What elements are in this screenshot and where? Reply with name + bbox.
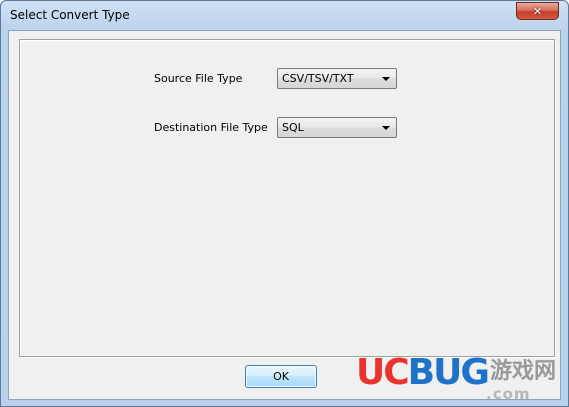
destination-file-type-label: Destination File Type: [154, 121, 268, 134]
source-file-type-value: CSV/TSV/TXT: [282, 72, 354, 85]
close-button[interactable]: ✕: [516, 2, 559, 20]
watermark-domain: .com: [486, 385, 531, 403]
ucbug-watermark-logo: UCBUG 游戏网 .com: [356, 353, 568, 405]
chevron-down-icon: [382, 77, 390, 81]
title-bar[interactable]: Select Convert Type ✕: [1, 1, 568, 31]
options-group-panel: Source File Type CSV/TSV/TXT Destination…: [19, 39, 555, 357]
watermark-brand-uc: UC: [356, 352, 410, 393]
watermark-cn-text: 游戏网: [490, 359, 557, 384]
watermark-brand-bug: BUG: [407, 352, 490, 393]
destination-file-type-value: SQL: [282, 121, 304, 134]
window-title: Select Convert Type: [10, 8, 130, 22]
chevron-down-icon: [382, 126, 390, 130]
ok-button[interactable]: OK: [245, 365, 317, 388]
watermark-brand: UCBUG: [356, 352, 490, 393]
dialog-window: Select Convert Type ✕ Source File Type C…: [0, 0, 569, 407]
destination-file-type-select[interactable]: SQL: [277, 117, 397, 138]
source-file-type-select[interactable]: CSV/TSV/TXT: [277, 68, 397, 89]
source-file-type-label: Source File Type: [154, 72, 243, 85]
dialog-client-area: Source File Type CSV/TSV/TXT Destination…: [8, 30, 561, 400]
close-icon: ✕: [532, 4, 543, 18]
